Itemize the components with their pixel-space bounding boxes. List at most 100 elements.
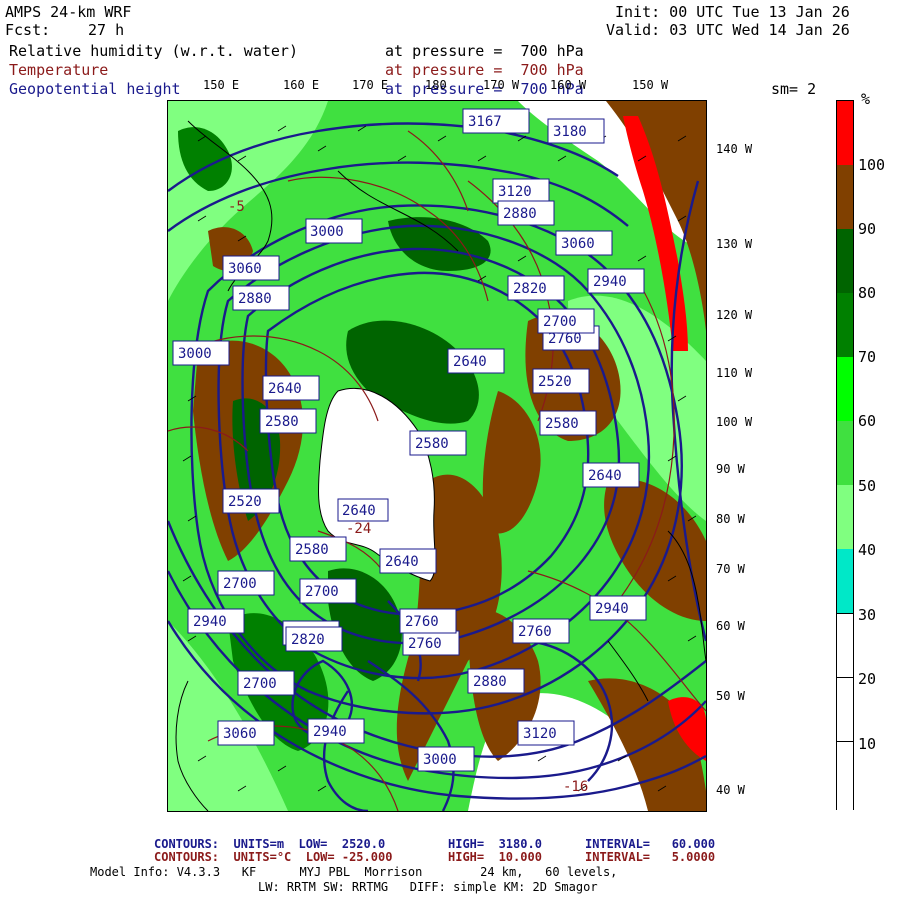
svg-text:2520: 2520 [538,374,572,390]
height-label: 2700 [237,670,295,696]
legend-tick-10 [837,741,853,742]
height-label: 2940 [307,718,365,744]
svg-text:3060: 3060 [561,236,595,252]
lon-label-120w: 120 W [716,308,753,322]
legend-label-50: 50 [858,477,877,495]
svg-text:2940: 2940 [313,724,347,740]
svg-text:2940: 2940 [595,601,629,617]
lon-label-150e: 150 E [203,78,240,92]
legend-label-90: 90 [858,220,877,238]
svg-text:2580: 2580 [265,414,299,430]
height-label: 2640 [262,375,320,401]
height-label: 2580 [539,410,597,436]
svg-text:2640: 2640 [385,554,419,570]
temp-contour-info: CONTOURS: UNITS=°C LOW= -25.000 [154,850,393,864]
svg-text:2760: 2760 [518,624,552,640]
smoothing-label: sm= 2 [771,80,817,98]
weather-map: 3167 3120 3000 3060 2940 2880 2820 2760 … [167,100,707,812]
height-label: 2580 [289,536,347,562]
model-physics: LW: RRTM SW: RRTMG DIFF: simple KM: 2D S… [258,880,598,894]
svg-text:2700: 2700 [305,584,339,600]
lon-label-70w: 70 W [716,562,745,576]
field-rh-name: Relative humidity (w.r.t. water) [9,42,298,60]
init-time: Init: 00 UTC Tue 13 Jan 26 [615,3,850,21]
svg-text:3000: 3000 [178,346,212,362]
height-label: 3120 [492,178,550,204]
svg-text:2880: 2880 [238,291,272,307]
lon-label-160e: 160 E [283,78,320,92]
height-label: 2880 [467,668,525,694]
height-label: 2700 [537,308,595,334]
lon-label-170e: 170 E [352,78,389,92]
svg-text:2520: 2520 [228,494,262,510]
svg-text:2700: 2700 [243,676,277,692]
height-label [284,621,340,645]
height-label: 3167 [462,108,530,134]
height-label: 2640 [447,348,505,374]
height-label: 2640 [379,548,437,574]
valid-time: Valid: 03 UTC Wed 14 Jan 26 [606,21,850,39]
svg-text:2880: 2880 [473,674,507,690]
height-label: 3060 [222,255,280,281]
lon-label-110w: 110 W [716,366,753,380]
svg-text:3000: 3000 [310,224,344,240]
height-label: 2760 [399,608,457,634]
svg-text:3000: 3000 [423,752,457,768]
legend-band-40 [837,485,853,549]
svg-text:2760: 2760 [405,614,439,630]
height-label: 2940 [587,268,645,294]
legend-band-60 [837,357,853,421]
svg-text:2640: 2640 [268,381,302,397]
height-label: 3060 [555,230,613,256]
legend-band-50 [837,421,853,485]
height-label: 3060 [217,720,275,746]
height-label: 2760 [402,630,460,656]
svg-text:3167: 3167 [468,114,502,130]
lon-label-90w: 90 W [716,462,745,476]
svg-text:2760: 2760 [408,636,442,652]
field-temp-name: Temperature [9,61,109,79]
legend-band-70 [837,293,853,357]
lon-label-140w: 140 W [716,142,753,156]
height-label: 2700 [217,570,275,596]
height-label: 2760 [512,618,570,644]
legend-unit: % [861,90,871,108]
legend-label-100: 100 [858,156,886,174]
height-label: 2880 [497,200,555,226]
lon-label-40w: 40 W [716,783,745,797]
height-label: 2580 [409,430,467,456]
height-label: 2520 [222,488,280,514]
svg-text:3060: 3060 [228,261,262,277]
map-graphic: 3167 3120 3000 3060 2940 2880 2820 2760 … [168,101,706,811]
svg-text:3180: 3180 [553,124,587,140]
height-label: 2640 [337,498,389,522]
legend-label-60: 60 [858,412,877,430]
height-label: 2940 [589,595,647,621]
lon-label-180: 180 [425,78,447,92]
legend-label-20: 20 [858,670,877,688]
field-rh-level: at pressure = 700 hPa [385,42,584,60]
legend-label-30: 30 [858,606,877,624]
legend-label-80: 80 [858,284,877,302]
height-label: 3180 [547,118,605,144]
lon-label-150w-top: 150 W [632,78,669,92]
model-info: Model Info: V4.3.3 KF MYJ PBL Morrison 2… [90,865,618,879]
legend-band-90 [837,165,853,229]
svg-text:3060: 3060 [223,726,257,742]
height-label: 2880 [232,285,290,311]
field-height-name: Geopotential height [9,80,181,98]
height-label: 2520 [532,368,590,394]
svg-text:2700: 2700 [543,314,577,330]
svg-text:2940: 2940 [593,274,627,290]
height-label: 2940 [187,608,245,634]
height-label: 3000 [172,340,230,366]
humidity-legend [836,100,854,810]
lon-label-130w: 130 W [716,237,753,251]
svg-text:2820: 2820 [513,281,547,297]
svg-text:2580: 2580 [545,416,579,432]
svg-text:2580: 2580 [295,542,329,558]
svg-text:2700: 2700 [223,576,257,592]
legend-label-10: 10 [858,735,877,753]
temp-contour-interval: INTERVAL= 5.0000 [585,850,716,864]
legend-band-20 [837,613,853,810]
